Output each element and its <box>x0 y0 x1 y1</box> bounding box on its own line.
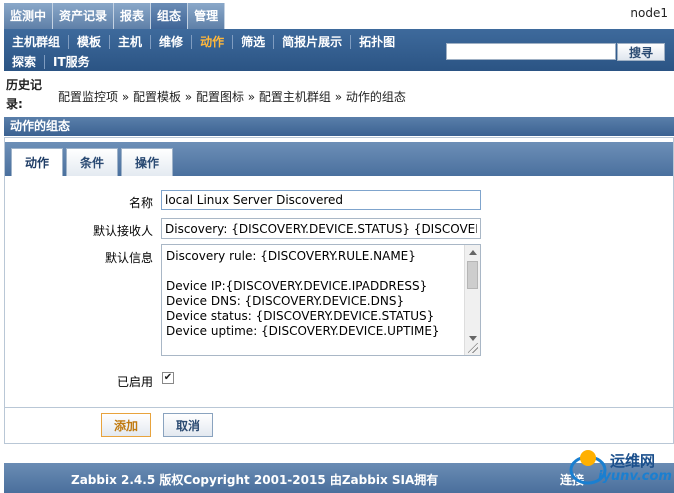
message-label: 默认信息 <box>104 251 153 265</box>
watermark-logo: 运维网 iyunv.com <box>566 444 672 492</box>
sub-menu: 主机群组 模板 主机 维修 动作 筛选 简报片展示 拓扑图 探索 IT服务 搜寻 <box>4 29 674 71</box>
resize-grip-icon[interactable] <box>468 343 478 353</box>
sub-menu-item[interactable]: 模板 <box>69 34 111 49</box>
footer-copyright: Zabbix 2.4.5 版权Copyright 2001-2015 由Zabb… <box>71 473 439 487</box>
top-menu-item[interactable]: 报表 <box>114 3 152 29</box>
sub-menu-item[interactable]: IT服务 <box>45 55 98 69</box>
top-menu-item[interactable]: 资产记录 <box>53 3 115 29</box>
recipient-label: 默认接收人 <box>92 224 153 238</box>
sub-menu-item[interactable]: 维修 <box>151 34 193 49</box>
search-button[interactable]: 搜寻 <box>617 43 665 61</box>
tab-conditions[interactable]: 条件 <box>66 148 118 176</box>
watermark-cn: 运维网 <box>610 452 656 470</box>
sub-menu-item[interactable]: 拓扑图 <box>351 35 403 49</box>
top-bar: 监测中 资产记录 报表 组态 管理 node1 <box>0 0 674 29</box>
top-menu-item[interactable]: 组态 <box>151 3 189 29</box>
enabled-label: 已启用 <box>116 375 153 389</box>
tab-bar: 动作 条件 操作 <box>5 142 673 176</box>
watermark-en: iyunv.com <box>598 469 672 484</box>
section-title: 动作的组态 <box>4 117 674 136</box>
name-label: 名称 <box>128 196 153 210</box>
cancel-button[interactable]: 取消 <box>163 413 213 437</box>
top-menu-item[interactable]: 管理 <box>188 3 226 29</box>
top-menu: 监测中 资产记录 报表 组态 管理 <box>4 3 226 29</box>
sub-menu-item[interactable]: 主机群组 <box>10 34 70 49</box>
default-recipient-field[interactable] <box>161 218 481 239</box>
default-message-textarea[interactable]: Discovery rule: {DISCOVERY.RULE.NAME} De… <box>161 244 481 356</box>
node-name: node1 <box>630 6 668 20</box>
sub-menu-item[interactable]: 动作 <box>192 34 234 49</box>
enabled-checkbox[interactable]: ✔ <box>162 372 174 384</box>
scroll-thumb[interactable] <box>467 261 478 289</box>
search-input[interactable] <box>446 43 616 60</box>
scroll-down-icon[interactable] <box>469 336 477 341</box>
breadcrumb[interactable]: 配置监控项 » 配置模板 » 配置图标 » 配置主机群组 » 动作的组态 <box>58 88 406 105</box>
message-scrollbar[interactable] <box>464 245 480 355</box>
sub-menu-item[interactable]: 主机 <box>110 34 152 49</box>
tab-action[interactable]: 动作 <box>11 148 63 176</box>
action-form-panel: 动作 条件 操作 名称 默认接收人 默认信息 Discovery rule: {… <box>4 137 674 408</box>
sub-menu-item[interactable]: 筛选 <box>233 34 275 49</box>
scroll-up-icon[interactable] <box>469 250 477 255</box>
history-bar: 历史记录: 配置监控项 » 配置模板 » 配置图标 » 配置主机群组 » 动作的… <box>4 72 674 117</box>
name-field[interactable] <box>161 190 481 210</box>
sub-menu-row-2: 探索 IT服务 <box>10 52 98 71</box>
top-menu-item[interactable]: 监测中 <box>4 3 54 29</box>
default-message-text[interactable]: Discovery rule: {DISCOVERY.RULE.NAME} De… <box>166 249 462 339</box>
history-label: 历史记录: <box>6 78 43 111</box>
button-row: 添加 取消 <box>4 408 674 444</box>
tab-operations[interactable]: 操作 <box>121 148 173 176</box>
sub-menu-row-1: 主机群组 模板 主机 维修 动作 筛选 简报片展示 拓扑图 <box>10 32 403 51</box>
sub-menu-item[interactable]: 探索 <box>10 54 46 69</box>
sub-menu-item[interactable]: 简报片展示 <box>274 34 352 49</box>
add-button[interactable]: 添加 <box>101 413 151 437</box>
